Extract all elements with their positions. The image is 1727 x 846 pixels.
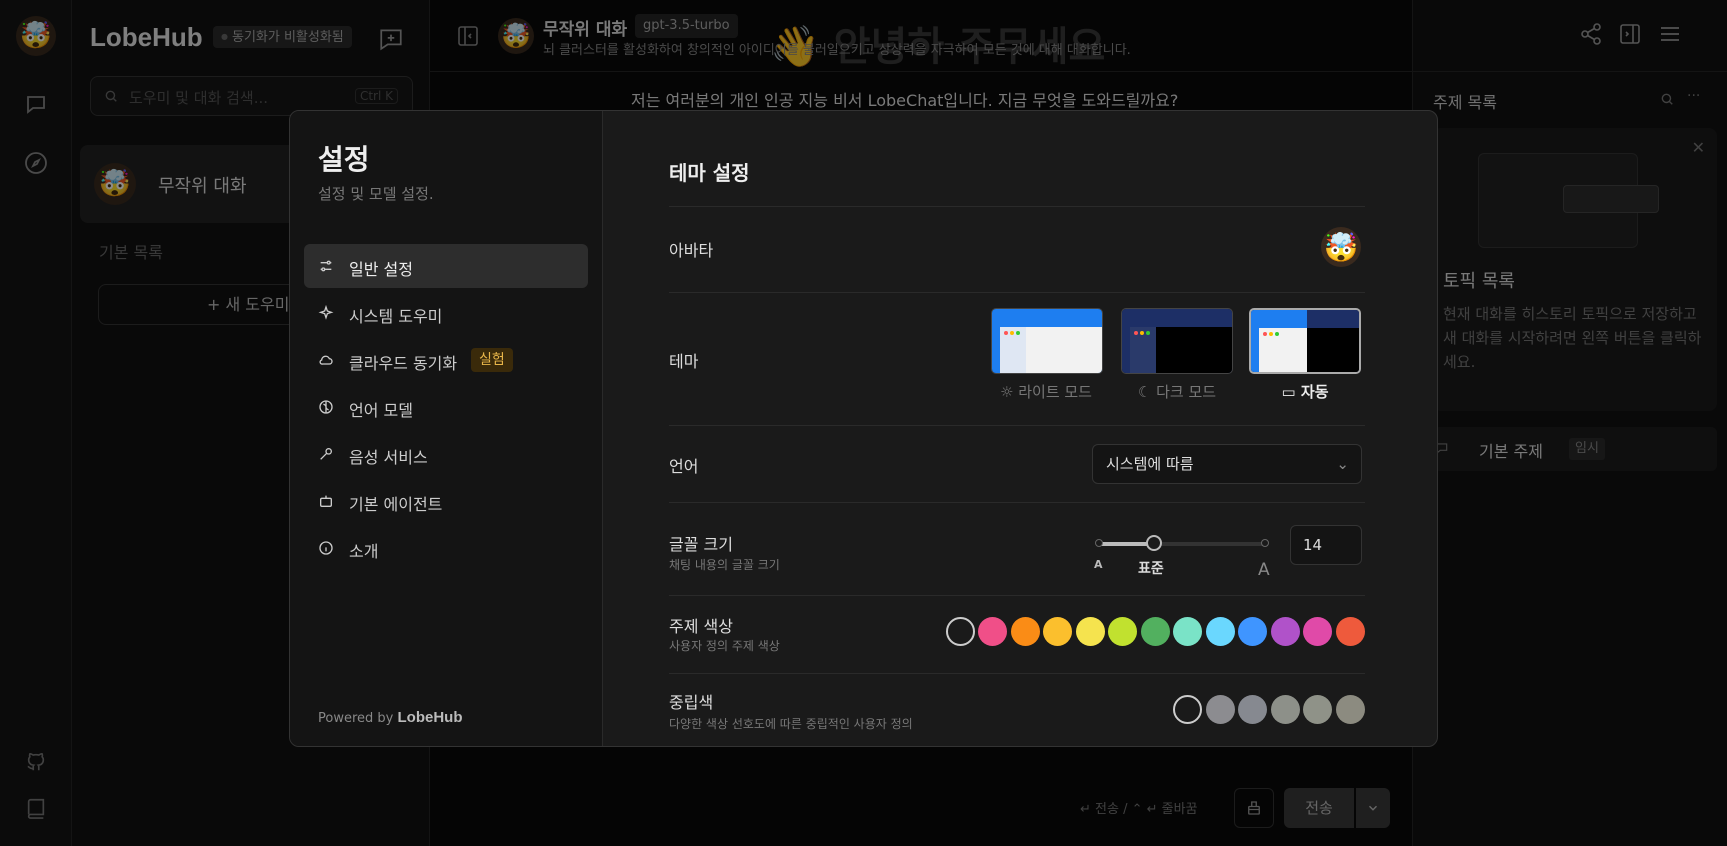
info-icon (318, 540, 334, 560)
neutral-color-row: 중립색 다양한 색상 선호도에 따른 중립적인 사용자 정의 (669, 673, 1365, 746)
sparkle-icon (318, 304, 334, 325)
moon-icon: ☾ (1137, 383, 1157, 401)
color-swatch[interactable] (1335, 695, 1365, 724)
bot-icon (318, 493, 334, 513)
nav-label: 언어 모델 (349, 401, 413, 420)
color-swatch[interactable] (1173, 695, 1202, 724)
settings-sidebar: 설정 설정 및 모델 설정. 일반 설정 시스템 도우미 클라우드 동기화 실험… (290, 111, 603, 746)
brain-icon (318, 399, 334, 419)
slider-dot (1095, 539, 1103, 547)
avatar-row: 아바타 🤯 (669, 206, 1365, 292)
theme-option-text: 다크 모드 (1156, 383, 1217, 401)
color-swatch[interactable] (1108, 617, 1137, 646)
nav-system-agent[interactable]: 시스템 도우미 (304, 291, 588, 335)
neutral-color-label: 중립색 (669, 693, 714, 712)
color-swatch[interactable] (1270, 617, 1300, 646)
nav-label: 일반 설정 (349, 260, 413, 279)
language-select[interactable]: 시스템에 따름 ⌄ (1092, 444, 1362, 484)
primary-color-label: 주제 색상 (669, 617, 733, 636)
nav-voice-service[interactable]: 음성 서비스 (304, 432, 588, 476)
monitor-icon: ▭ (1281, 383, 1301, 401)
sun-icon: ☼ (1000, 383, 1019, 401)
theme-dark-label[interactable]: ☾ 다크 모드 (1112, 381, 1242, 402)
nav-general-settings[interactable]: 일반 설정 (304, 244, 588, 288)
nav-about[interactable]: 소개 (304, 526, 588, 570)
primary-color-row: 주제 색상 사용자 정의 주제 색상 (669, 595, 1365, 673)
powered-by: Powered by LobeHub (318, 709, 463, 726)
theme-option-text: 자동 (1300, 383, 1329, 401)
color-swatch[interactable] (1010, 617, 1040, 646)
powered-text: Powered by (318, 711, 394, 726)
color-swatch[interactable] (1238, 617, 1267, 646)
settings-subtitle: 설정 및 모델 설정. (318, 185, 434, 203)
color-swatch[interactable] (1303, 695, 1332, 724)
color-swatch[interactable] (1075, 617, 1105, 646)
theme-option-text: 라이트 모드 (1018, 383, 1092, 401)
color-swatch[interactable] (978, 617, 1007, 646)
sliders-icon (318, 258, 334, 278)
settings-modal: 설정 설정 및 모델 설정. 일반 설정 시스템 도우미 클라우드 동기화 실험… (289, 110, 1438, 747)
theme-row: 테마 ☼ 라이트 모드 ☾ 다크 모드 ▭ 자동 (669, 292, 1365, 425)
font-large-label: A (1258, 560, 1270, 580)
font-standard-label: 표준 (1138, 561, 1164, 577)
experimental-badge: 실험 (471, 348, 513, 372)
mic-icon (318, 446, 334, 466)
nav-label: 소개 (349, 542, 379, 561)
nav-label: 클라우드 동기화 (349, 354, 458, 373)
theme-label: 테마 (669, 352, 699, 371)
font-small-label: A (1094, 558, 1103, 571)
neutral-color-desc: 다양한 색상 선호도에 따른 중립적인 사용자 정의 (669, 717, 913, 731)
slider-dot (1261, 539, 1269, 547)
color-swatch[interactable] (1205, 617, 1235, 646)
font-size-slider[interactable] (1095, 535, 1269, 551)
nav-label: 음성 서비스 (349, 448, 428, 467)
color-swatch[interactable] (1140, 617, 1170, 646)
nav-default-agent[interactable]: 기본 에이전트 (304, 479, 588, 523)
font-size-desc: 채팅 내용의 글꼴 크기 (669, 558, 780, 572)
color-swatch[interactable] (1270, 695, 1300, 724)
font-size-label: 글꼴 크기 (669, 535, 733, 554)
cloud-icon (318, 352, 334, 372)
section-title: 테마 설정 (669, 161, 750, 185)
theme-light-card[interactable] (991, 308, 1103, 374)
theme-light-label[interactable]: ☼ 라이트 모드 (981, 381, 1111, 402)
color-swatch[interactable] (1238, 695, 1267, 724)
font-size-input[interactable]: 14 (1290, 525, 1362, 565)
chevron-down-icon: ⌄ (1336, 455, 1349, 473)
color-swatch[interactable] (1205, 695, 1235, 724)
powered-brand[interactable]: LobeHub (398, 709, 463, 726)
nav-label: 기본 에이전트 (349, 495, 443, 514)
theme-auto-label[interactable]: ▭ 자동 (1240, 381, 1370, 402)
avatar-picker[interactable]: 🤯 (1321, 227, 1361, 267)
settings-content: 테마 설정 ✕ 아바타 🤯 테마 ☼ 라이트 모드 (603, 111, 1437, 746)
nav-cloud-sync[interactable]: 클라우드 동기화 실험 (304, 338, 588, 382)
font-size-row: 글꼴 크기 채팅 내용의 글꼴 크기 A 표준 A 14 (669, 502, 1365, 595)
avatar-label: 아바타 (669, 241, 714, 260)
color-swatch[interactable] (945, 617, 975, 646)
color-swatch[interactable] (1303, 617, 1332, 646)
nav-label: 시스템 도우미 (349, 307, 443, 326)
color-swatch[interactable] (1173, 617, 1202, 646)
theme-dark-card[interactable] (1121, 308, 1233, 374)
primary-color-desc: 사용자 정의 주제 색상 (669, 639, 780, 653)
nav-language-model[interactable]: 언어 모델 (304, 385, 588, 429)
color-swatch[interactable] (1335, 617, 1365, 646)
language-label: 언어 (669, 457, 699, 476)
theme-auto-card[interactable] (1249, 308, 1361, 374)
language-row: 언어 시스템에 따름 ⌄ (669, 425, 1365, 502)
settings-title: 설정 (318, 143, 370, 176)
slider-handle[interactable] (1146, 535, 1163, 551)
language-value: 시스템에 따름 (1106, 455, 1194, 473)
color-swatch[interactable] (1043, 617, 1072, 646)
